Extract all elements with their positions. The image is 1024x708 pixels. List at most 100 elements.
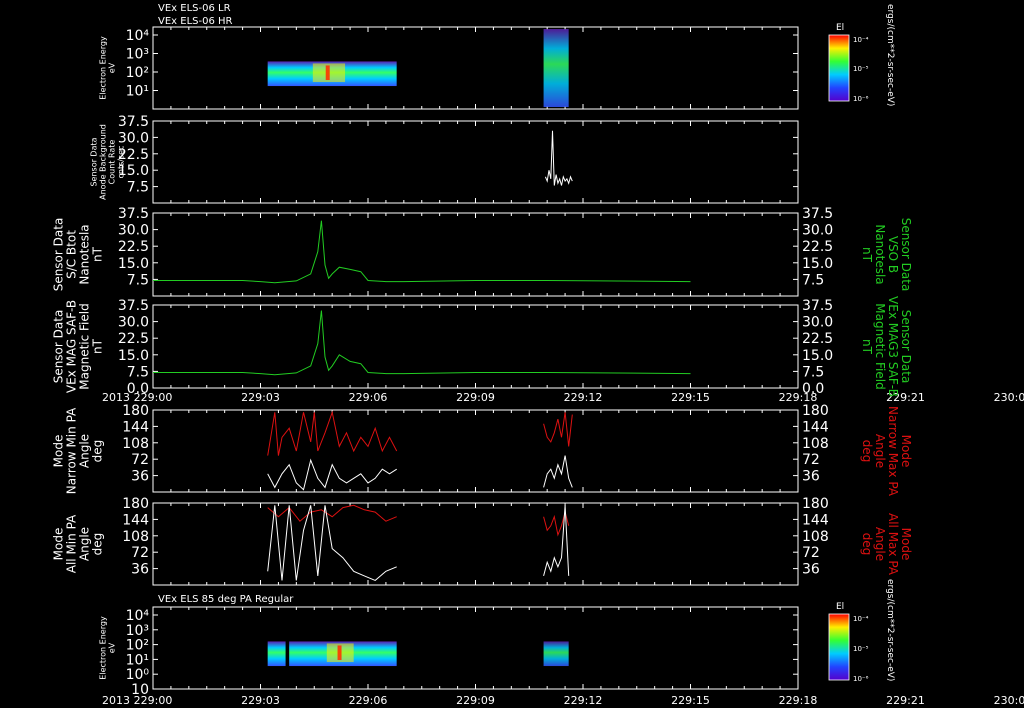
panel-frame: [152, 26, 799, 110]
y-tick-label: 108: [122, 436, 149, 452]
series-line-green: [153, 310, 691, 376]
y-tick-label: 30.0: [118, 223, 149, 239]
chart-canvas: VEx ELS-06 LR VEx ELS-06 HR VEx ELS 85 d…: [52, 3, 1024, 707]
colorbar-top: El 10⁻⁴ 10⁻⁵ 10⁻⁶ ergs/(cm**2-sr-sec-eV): [828, 4, 895, 106]
series-line-white: [543, 505, 570, 577]
header-line-2: VEx ELS-06 HR: [158, 16, 233, 27]
y-tick-label-right: 30.0: [802, 315, 833, 331]
panel-1: 10⁴ 10³ 10² 10¹ Electron Energy eV: [99, 26, 799, 110]
panel-frame: [152, 212, 799, 297]
y-tick-label-right: 15.0: [802, 256, 833, 272]
bottom-panel-title: VEx ELS 85 deg PA Regular: [158, 594, 294, 605]
y-axis-label: Count Rate: [108, 140, 117, 185]
y-tick-label: 72: [131, 545, 149, 561]
time-tick-label: 229:03: [241, 694, 280, 707]
header-line-1: VEx ELS-06 LR: [158, 3, 231, 14]
series-line-green: [153, 220, 691, 284]
y-tick-label-right: 0.0: [802, 381, 824, 397]
series-line-red: [267, 504, 397, 522]
colorbar-gradient: [828, 34, 850, 102]
right-axis-label: Mode: [899, 435, 913, 468]
y-axis-label: Angle: [78, 527, 92, 561]
y-tick-label: 7.5: [127, 180, 149, 196]
y-tick-label-right: 36: [802, 469, 820, 485]
y-tick-label: 10²: [126, 638, 149, 654]
spectrogram-peak: [325, 65, 330, 81]
spectrogram-block: [543, 29, 569, 107]
y-tick-label-right: 37.5: [802, 298, 833, 314]
time-tick-label: 229:09: [456, 391, 495, 404]
y-axis-label: Electron Energy: [99, 616, 108, 680]
y-axis-label: Sensor Data: [52, 218, 66, 292]
y-tick-label-right: 7.5: [802, 364, 824, 380]
colorbar-label: El: [836, 23, 844, 33]
y-tick-label: 37.5: [118, 114, 149, 130]
y-tick-label: 10⁰: [126, 667, 150, 683]
year-label-lower: 2013: [102, 694, 130, 707]
panel-frame: [152, 502, 799, 586]
time-tick-label: 229:12: [564, 694, 603, 707]
right-axis-label: VSO B: [886, 236, 900, 273]
y-tick-label: 30.0: [118, 315, 149, 331]
time-tick-label: 229:06: [349, 694, 388, 707]
y-tick-label-right: 22.5: [802, 239, 833, 255]
panel-frame: [152, 304, 799, 389]
y-tick-label-right: 37.5: [802, 206, 833, 222]
y-axis-label: cnts/sec: [117, 146, 126, 179]
y-tick-label-right: 108: [802, 436, 829, 452]
y-tick-label: 15.0: [118, 256, 149, 272]
right-axis-label: deg: [860, 533, 874, 556]
y-axis-label: deg: [91, 440, 105, 463]
y-tick-label: 180: [122, 496, 149, 512]
y-axis-label: Anode Background: [99, 124, 108, 200]
series-line-white: [543, 455, 573, 488]
series-line-red: [543, 510, 570, 537]
right-axis-label: VEx MAG3 SAF-B: [886, 296, 900, 397]
colorbar-bottom: El 10⁻⁴ 10⁻⁵ 10⁻⁶ ergs/(cm**2-sr-sec-eV): [828, 579, 895, 683]
time-tick-label: 229:03: [241, 391, 280, 404]
series-line-white: [544, 130, 573, 186]
colorbar-tick: 10⁻⁵: [853, 645, 869, 653]
right-axis-label: Sensor Data: [899, 310, 913, 384]
y-tick-label: 37.5: [118, 298, 149, 314]
right-axis-label: nT: [860, 339, 874, 355]
time-tick-label: 229:12: [564, 391, 603, 404]
right-axis-label: Narrow Max PA: [886, 406, 900, 497]
y-axis-label: Electron Energy: [99, 36, 108, 100]
y-tick-label: 180: [122, 403, 149, 419]
right-axis-label: All Max PA: [886, 513, 900, 576]
right-axis-label: Mode: [899, 528, 913, 561]
panel-3: 37.5 37.530.0 30.022.5 22.515.0 15.07.5 7.5Se…: [52, 206, 913, 297]
y-tick-label: 36: [131, 469, 149, 485]
y-tick-label: 30.0: [118, 130, 149, 146]
time-axis-lower: 229:00 229:03 229:06 229:09 229:12 229:15 229:…: [134, 694, 1024, 707]
right-axis-label: Angle: [873, 527, 887, 561]
y-tick-label: 72: [131, 452, 149, 468]
y-tick-label: 10¹: [126, 652, 149, 668]
y-tick-label-right: 144: [802, 419, 829, 435]
y-tick-label: 7.5: [127, 272, 149, 288]
colorbar-tick: 10⁻⁵: [853, 65, 869, 73]
y-tick-label: 10¹: [126, 84, 149, 100]
y-axis-label: Mode: [52, 528, 66, 561]
y-tick-label-right: 72: [802, 452, 820, 468]
time-tick-label: 229:18: [779, 694, 818, 707]
y-tick-label: 10²: [126, 65, 149, 81]
y-axis-label: Angle: [78, 434, 92, 468]
colorbar-tick: 10⁻⁴: [853, 615, 869, 623]
y-tick-label-right: 72: [802, 545, 820, 561]
time-tick-label: 229:06: [349, 391, 388, 404]
right-axis-label: Angle: [873, 434, 887, 468]
right-axis-label: Nanotesla: [873, 224, 887, 284]
y-tick-label-right: 30.0: [802, 223, 833, 239]
series-line-white: [267, 458, 397, 491]
right-axis-label: deg: [860, 440, 874, 463]
y-tick-label: 22.5: [118, 239, 149, 255]
time-tick-label: 230:00: [994, 391, 1024, 404]
colorbar-tick: 10⁻⁶: [853, 95, 869, 103]
panel-5: 180 180144 144108 10872 7236 36Mode Narrow Min…: [52, 403, 914, 497]
y-tick-label: 10⁴: [126, 608, 150, 624]
colorbar-unit: ergs/(cm**2-sr-sec-eV): [885, 4, 895, 106]
right-axis-label: Magnetic Field: [873, 303, 887, 389]
right-axis-label: Sensor Data: [899, 218, 913, 292]
